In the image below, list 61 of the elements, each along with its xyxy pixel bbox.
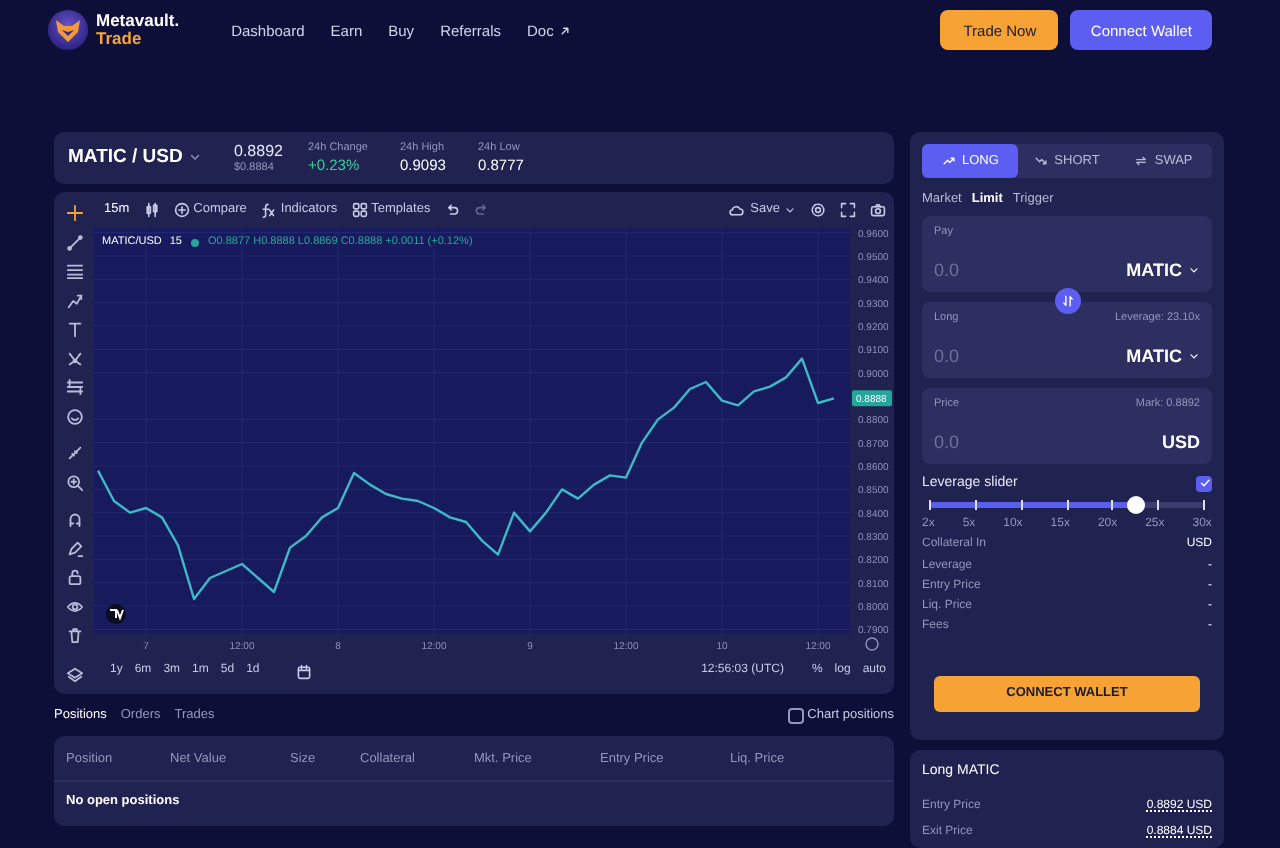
slider-thumb[interactable] [1126, 496, 1145, 515]
function-icon [260, 202, 277, 218]
tick-mark [1157, 500, 1160, 511]
grid-icon [351, 202, 368, 218]
amount-input[interactable]: 0.0 [934, 432, 1034, 454]
check-icon [1197, 476, 1211, 491]
caret-icon [188, 150, 203, 165]
redo-icon[interactable] [474, 202, 491, 218]
fullscreen-icon[interactable] [840, 202, 856, 218]
token-selector[interactable]: MATIC [1126, 346, 1200, 368]
amount-input[interactable]: 0.0 [934, 260, 1034, 282]
eye-icon[interactable] [65, 597, 83, 615]
ruler-icon[interactable] [65, 444, 83, 462]
caret-icon [784, 204, 796, 216]
token-selector[interactable]: USD [1161, 432, 1200, 454]
zoom-icon[interactable] [65, 473, 83, 491]
lines-icon[interactable] [65, 378, 83, 396]
logo-icon[interactable] [48, 10, 88, 50]
lock-icon[interactable] [65, 568, 83, 586]
chart-logo-icon [106, 604, 126, 624]
swap-icon [1060, 293, 1074, 308]
text-tool-icon[interactable] [65, 320, 83, 338]
trend-line-icon[interactable] [65, 233, 83, 251]
token-selector[interactable]: MATIC [1126, 260, 1200, 282]
price-value: 0.8892 [234, 141, 285, 161]
swap-arrows-icon [1134, 154, 1149, 168]
settings-icon[interactable] [810, 202, 826, 218]
trend-down-icon [1034, 154, 1049, 168]
candles-icon[interactable] [143, 202, 160, 218]
undo-icon[interactable] [444, 202, 461, 218]
trend-up-icon [941, 154, 956, 168]
tick-mark [1111, 500, 1114, 511]
pair-selector[interactable]: MATIC / USD [68, 146, 234, 170]
camera-icon[interactable] [870, 202, 886, 218]
trash-icon[interactable] [65, 626, 83, 644]
layers-icon[interactable] [65, 666, 83, 684]
cloud-icon [726, 202, 747, 218]
status-dot-icon [189, 237, 200, 248]
crosshair-icon[interactable] [65, 204, 83, 222]
slider-track[interactable] [930, 502, 1204, 509]
calendar-icon[interactable] [295, 663, 312, 679]
plus-circle-icon [173, 202, 190, 218]
checkbox[interactable] [1196, 475, 1212, 492]
tick-mark [1203, 500, 1205, 511]
pattern-icon[interactable] [65, 349, 83, 367]
amount-input[interactable]: 0.0 [934, 346, 1034, 368]
caret-icon [1188, 264, 1200, 277]
tick-mark [1066, 500, 1068, 511]
pencil-icon[interactable] [65, 539, 83, 557]
smiley-icon[interactable] [65, 407, 83, 425]
fib-lines-icon[interactable] [65, 262, 83, 280]
brand-subtitle: Trade [96, 30, 144, 49]
caret-icon [1188, 350, 1200, 363]
external-link-icon [557, 23, 572, 37]
checkbox[interactable] [787, 708, 804, 724]
tick-mark [974, 500, 977, 511]
tick-mark [929, 500, 931, 511]
magnet-icon[interactable] [65, 510, 83, 528]
brush-icon[interactable] [65, 291, 83, 309]
tick-mark [1020, 500, 1023, 511]
brand-name: Metavault. [96, 11, 180, 30]
